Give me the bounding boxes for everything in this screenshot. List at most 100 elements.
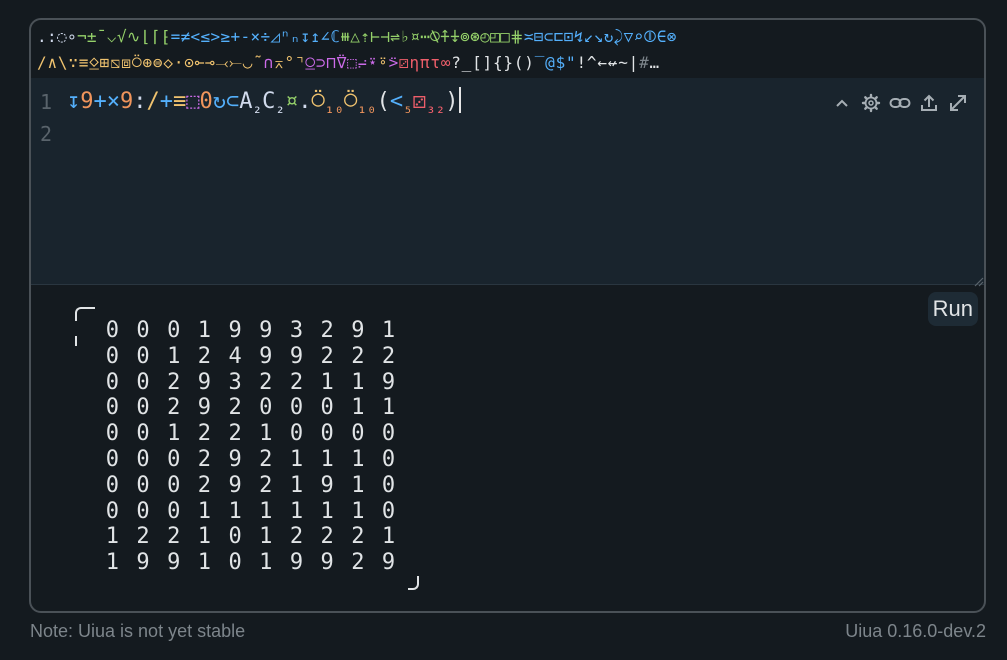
glyph-button[interactable]: +	[230, 24, 240, 49]
glyph-button[interactable]: ⍜	[305, 50, 315, 75]
glyph-button[interactable]: |	[629, 50, 639, 75]
glyph-button[interactable]: °	[285, 50, 295, 75]
glyph-button[interactable]: ⊃	[316, 50, 326, 75]
glyph-button[interactable]: ♭	[400, 24, 410, 49]
glyph-button[interactable]: _	[462, 50, 472, 75]
glyph-button[interactable]: ₙ	[290, 24, 300, 49]
glyph-button[interactable]: ⧻	[340, 24, 350, 49]
glyph-button[interactable]: ↥	[310, 24, 320, 49]
glyph-button[interactable]: /	[37, 50, 47, 75]
glyph-button[interactable]: ∵	[68, 50, 78, 75]
glyph-button[interactable]: ↙	[584, 24, 594, 49]
glyph-button[interactable]: ≍	[524, 24, 534, 49]
glyph-button[interactable]: ‾	[535, 50, 545, 75]
glyph-button[interactable]: …	[650, 50, 660, 75]
glyph-button[interactable]: ↧	[300, 24, 310, 49]
glyph-button[interactable]: ⤸	[614, 24, 624, 49]
glyph-button[interactable]: ∠	[320, 24, 330, 49]
chevron-up-icon[interactable]	[829, 90, 854, 115]
glyph-button[interactable]: ⤙	[216, 50, 230, 75]
glyph-button[interactable]: @	[545, 50, 555, 75]
glyph-button[interactable]: ⋕	[510, 24, 524, 49]
glyph-button[interactable]: ⊜	[153, 50, 163, 75]
link-icon[interactable]	[887, 90, 912, 115]
glyph-button[interactable]: ±	[87, 24, 97, 49]
glyph-button[interactable]: ⍩	[389, 50, 399, 75]
glyph-button[interactable]: ⬚	[347, 50, 357, 75]
glyph-button[interactable]: \	[58, 50, 68, 75]
glyph-button[interactable]: ×	[250, 24, 260, 49]
glyph-button[interactable]: ⌈	[151, 24, 161, 49]
glyph-button[interactable]: ⊙	[184, 50, 194, 75]
glyph-button[interactable]: □	[500, 24, 510, 49]
glyph-button[interactable]: ∘	[67, 24, 77, 49]
glyph-button[interactable]: (	[514, 50, 524, 75]
glyph-button[interactable]: ⊣	[380, 24, 390, 49]
glyph-button[interactable]: ◰	[490, 24, 500, 49]
glyph-button[interactable]: ⍖	[450, 24, 460, 49]
glyph-button[interactable]: ∈	[657, 24, 667, 49]
glyph-button[interactable]: ^	[587, 50, 597, 75]
glyph-button[interactable]: ⧅	[110, 50, 121, 75]
glyph-button[interactable]: ⇌	[390, 24, 400, 49]
glyph-button[interactable]: )	[524, 50, 534, 75]
upload-icon[interactable]	[916, 90, 941, 115]
glyph-button[interactable]: ⍉	[430, 24, 440, 49]
glyph-button[interactable]: √	[117, 24, 127, 49]
glyph-button[interactable]: !	[576, 50, 586, 75]
glyph-button[interactable]: ⊢	[370, 24, 380, 49]
glyph-button[interactable]: "	[566, 50, 576, 75]
glyph-button[interactable]: ?	[451, 50, 461, 75]
glyph-button[interactable]: <	[191, 24, 201, 49]
glyph-button[interactable]: ⌕	[634, 24, 644, 49]
glyph-button[interactable]: ¯	[97, 24, 107, 49]
glyph-button[interactable]: ⍏	[440, 24, 450, 49]
glyph-button[interactable]: #	[639, 50, 649, 75]
code-line[interactable]: ↧9+×9:/+≡⬚0↻⊂A₂C₂¤.⍥₁₀⍥₁₀(<₅⚂₃₂)	[67, 84, 462, 120]
glyph-button[interactable]: ℂ	[330, 24, 340, 49]
glyph-button[interactable]: ∿	[127, 24, 141, 49]
glyph-button[interactable]: ⧈	[121, 50, 132, 75]
glyph-button[interactable]: ⍚	[89, 50, 99, 75]
code-editor[interactable]: 1 2 ↧9+×9:/+≡⬚0↻⊂A₂C₂¤.⍥₁₀⍥₁₀(<₅⚂₃₂)	[31, 78, 984, 287]
glyph-button[interactable]: ⊚	[460, 24, 470, 49]
gear-icon[interactable]	[858, 90, 883, 115]
glyph-button[interactable]: ⊓	[326, 50, 336, 75]
glyph-button[interactable]: ↚	[608, 50, 618, 75]
glyph-button[interactable]: .	[37, 24, 47, 49]
glyph-button[interactable]: ⍥	[132, 50, 142, 75]
glyph-button[interactable]: ¬	[77, 24, 87, 49]
glyph-button[interactable]: ≡	[79, 50, 89, 75]
glyph-button[interactable]: ⊸	[205, 50, 215, 75]
glyph-button[interactable]: ↘	[594, 24, 604, 49]
glyph-button[interactable]: ▽	[624, 24, 634, 49]
glyph-button[interactable]: [	[472, 50, 482, 75]
glyph-button[interactable]: ⦷	[644, 24, 657, 49]
glyph-button[interactable]: ↻	[604, 24, 614, 49]
glyph-button[interactable]: ⍤	[378, 50, 388, 75]
glyph-button[interactable]: ⁅	[161, 24, 171, 49]
glyph-button[interactable]: ⤚	[229, 50, 243, 75]
glyph-button[interactable]: ⊡	[564, 24, 574, 49]
glyph-button[interactable]: ⌅	[274, 50, 284, 75]
glyph-button[interactable]: ⌵	[107, 24, 117, 49]
glyph-button[interactable]: △	[350, 24, 360, 49]
glyph-button[interactable]: ⊟	[534, 24, 544, 49]
glyph-button[interactable]: ◇	[163, 50, 173, 75]
glyph-button[interactable]: ⋯	[420, 24, 430, 49]
glyph-button[interactable]: ⚂	[399, 50, 409, 75]
glyph-button[interactable]: }	[503, 50, 513, 75]
glyph-button[interactable]: ~	[618, 50, 628, 75]
glyph-button[interactable]: ≤	[201, 24, 211, 49]
run-button[interactable]: Run	[927, 292, 978, 326]
glyph-button[interactable]: ⊛	[470, 24, 480, 49]
glyph-button[interactable]: ⋅	[174, 50, 184, 75]
glyph-button[interactable]: ⊏	[554, 24, 564, 49]
glyph-button[interactable]: ]	[483, 50, 493, 75]
glyph-button[interactable]: ∧	[47, 50, 57, 75]
glyph-button[interactable]: ⌊	[141, 24, 151, 49]
expand-icon[interactable]	[945, 90, 970, 115]
glyph-button[interactable]: ≠	[181, 24, 191, 49]
glyph-button[interactable]: {	[493, 50, 503, 75]
glyph-button[interactable]: ∞	[441, 50, 451, 75]
